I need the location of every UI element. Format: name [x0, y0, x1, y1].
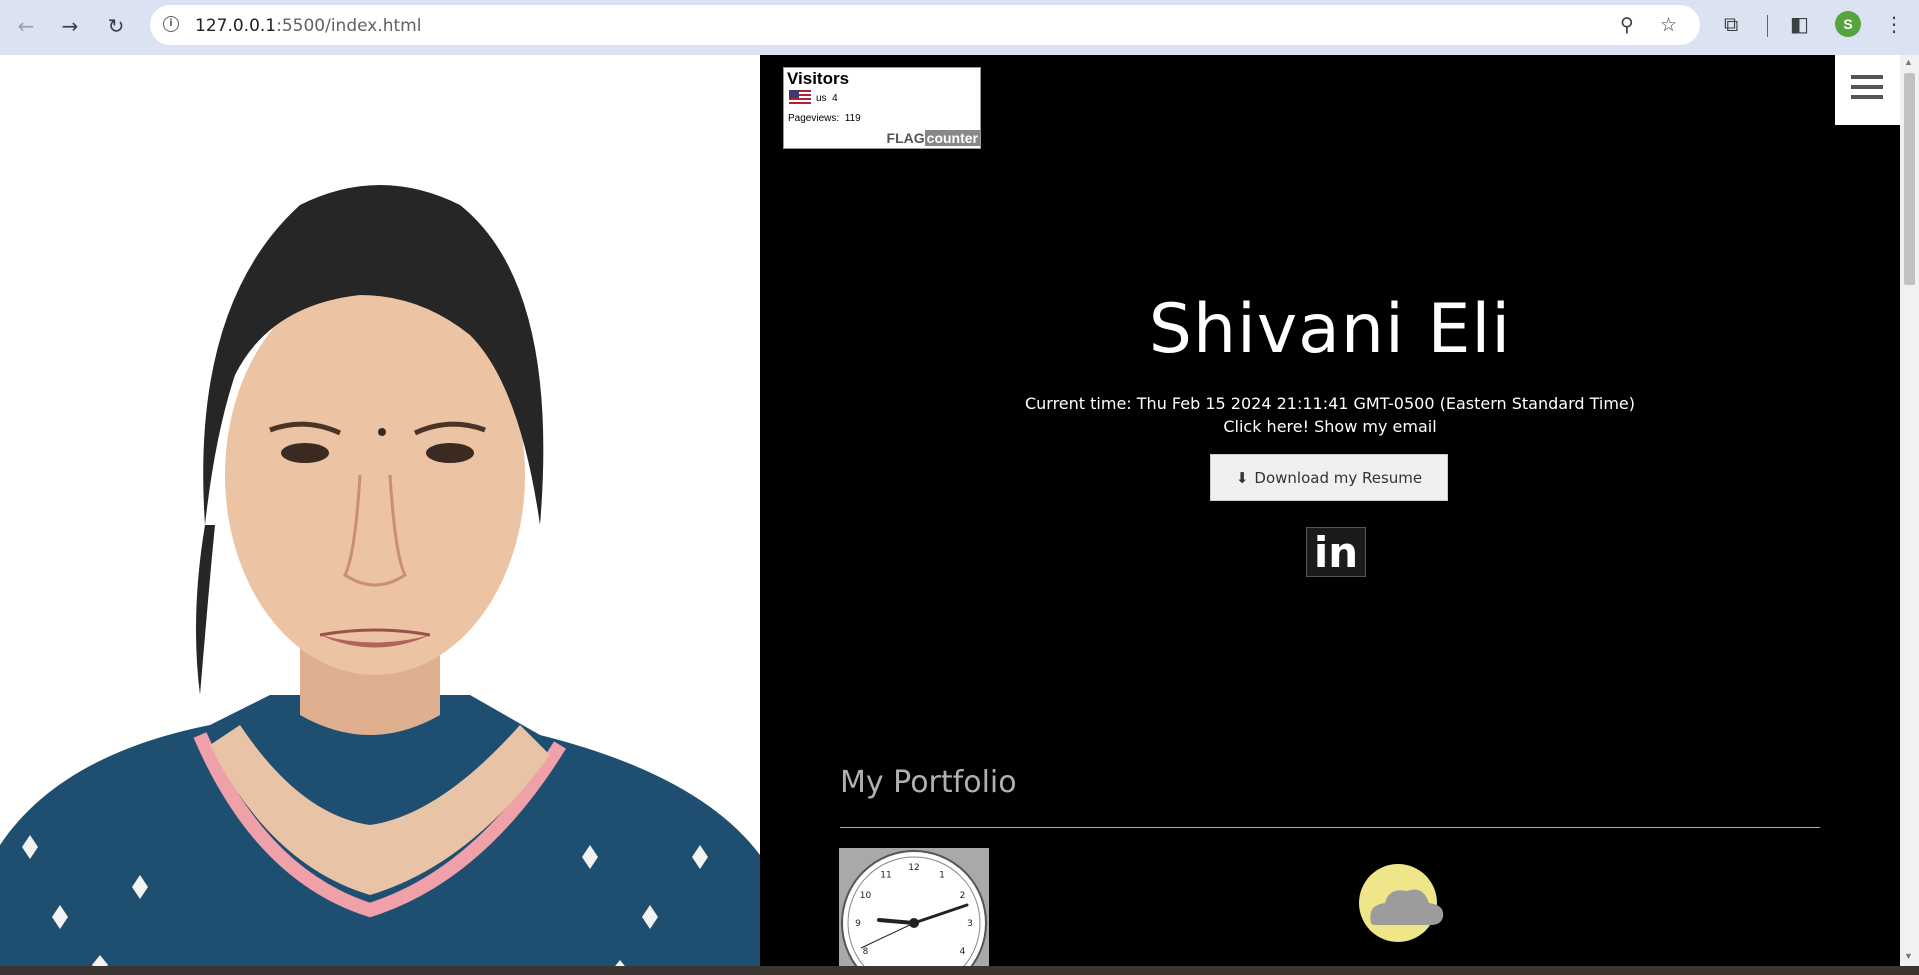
clock-numeral: 12: [908, 863, 919, 873]
clock-numeral: 3: [967, 919, 973, 929]
portfolio-heading: My Portfolio: [840, 765, 1017, 800]
address-bar[interactable]: i 127.0.0.1:5500/index.html ⚲ ☆: [150, 5, 1700, 45]
kebab-menu-icon[interactable]: ⋮: [1884, 12, 1904, 36]
linkedin-icon[interactable]: in: [1306, 527, 1366, 577]
menu-button[interactable]: [1835, 55, 1900, 125]
page-title: Shivani Eli: [1148, 290, 1512, 369]
profile-photo: [0, 55, 760, 966]
clock-icon[interactable]: 121234567891011: [839, 848, 989, 966]
bookmark-star-icon[interactable]: ☆: [1660, 14, 1677, 36]
weather-graphic: [1359, 864, 1444, 942]
scrollbar-thumb[interactable]: [1904, 73, 1915, 285]
flag-counter-widget[interactable]: Visitors us 4 Pageviews: 119 FLAG counter: [783, 67, 981, 149]
back-arrow-icon[interactable]: ←: [12, 12, 40, 40]
forward-arrow-icon[interactable]: →: [56, 12, 84, 40]
scroll-up-arrow[interactable]: ▲: [1904, 57, 1913, 67]
web-page: Visitors us 4 Pageviews: 119 FLAG counter…: [0, 55, 1900, 966]
show-email-link[interactable]: Click here! Show my email: [760, 417, 1900, 436]
clock-numeral: 2: [960, 891, 966, 901]
flag-counter-pageviews: Pageviews: 119: [788, 113, 861, 124]
portfolio-divider: [840, 827, 1820, 828]
weather-icon[interactable]: [1353, 863, 1448, 943]
download-resume-button[interactable]: ⬇ Download my Resume: [1210, 454, 1448, 501]
side-panel-icon[interactable]: ◧: [1790, 12, 1809, 36]
flag-counter-country-row: us 4: [816, 93, 838, 104]
us-flag-icon: [789, 90, 811, 104]
url-text[interactable]: 127.0.0.1:5500/index.html: [195, 16, 421, 36]
hamburger-menu-icon: [1851, 75, 1883, 105]
download-icon: ⬇: [1235, 468, 1249, 487]
clock-numeral: 8: [863, 947, 869, 957]
zoom-icon[interactable]: ⚲: [1620, 14, 1634, 36]
toolbar-divider: [1767, 15, 1768, 37]
taskbar-edge: [0, 966, 1919, 975]
portrait-illustration: [0, 55, 760, 966]
download-resume-label: Download my Resume: [1254, 468, 1423, 487]
clock-numeral: 9: [855, 919, 861, 929]
clock-numeral: 10: [860, 891, 872, 901]
scroll-down-arrow[interactable]: ▼: [1904, 951, 1913, 961]
profile-avatar[interactable]: S: [1835, 11, 1861, 37]
main-content: Visitors us 4 Pageviews: 119 FLAG counter…: [760, 55, 1900, 966]
extensions-icon[interactable]: ⧉: [1724, 12, 1738, 36]
clock-face: 121234567891011: [841, 850, 987, 966]
browser-toolbar: ← → ↻ i 127.0.0.1:5500/index.html ⚲ ☆ ⧉ …: [0, 0, 1919, 55]
page-scrollbar[interactable]: ▲ ▼: [1900, 55, 1919, 966]
clock-numeral: 11: [880, 871, 891, 881]
clock-numeral: 4: [960, 947, 966, 957]
reload-icon[interactable]: ↻: [102, 12, 130, 40]
flag-counter-logo: FLAG counter: [850, 130, 980, 148]
flag-counter-title: Visitors: [787, 69, 850, 88]
clock-numeral: 1: [939, 871, 945, 881]
current-time: Current time: Thu Feb 15 2024 21:11:41 G…: [1024, 394, 1636, 413]
site-info-icon[interactable]: i: [163, 16, 179, 32]
